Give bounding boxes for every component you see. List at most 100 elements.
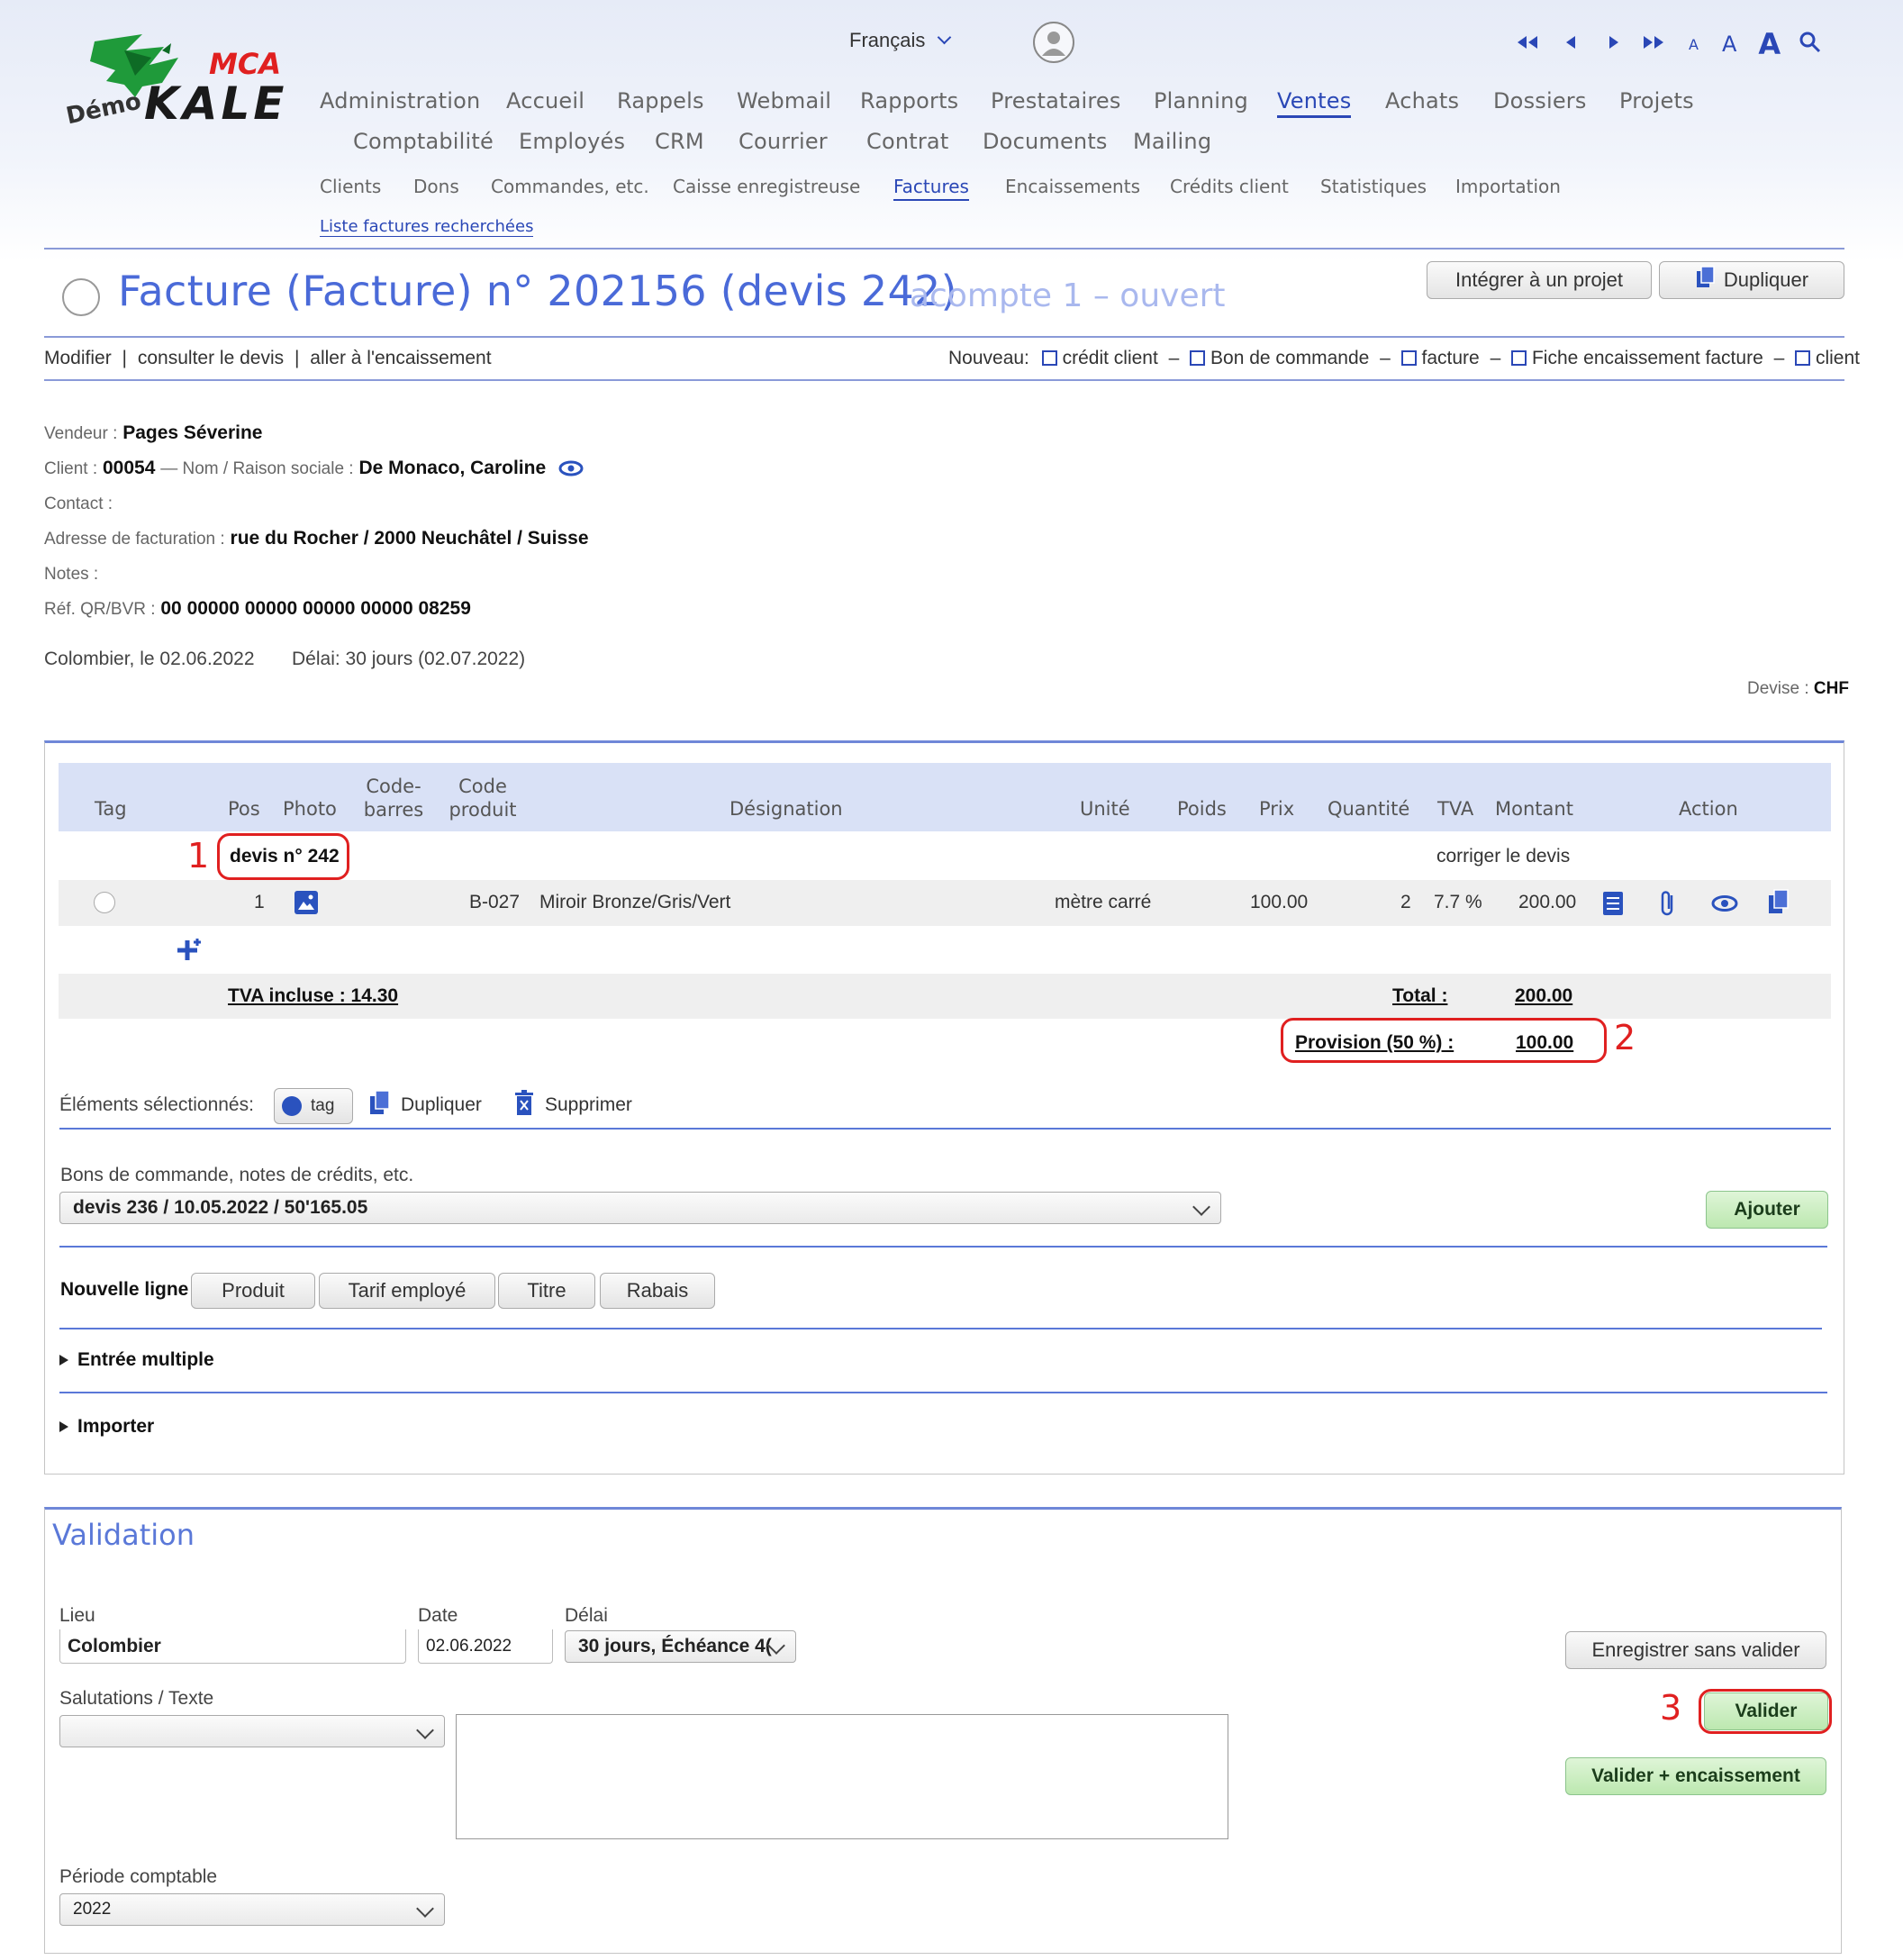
link-liste-factures[interactable]: Liste factures recherchées xyxy=(320,217,534,237)
add-order-label: Ajouter xyxy=(1734,1199,1800,1220)
annotation-box-3 xyxy=(1699,1689,1832,1734)
last-page-icon[interactable] xyxy=(1642,34,1665,54)
duplicate-selected-link[interactable]: Dupliquer xyxy=(401,1094,482,1116)
delay-select-value: 30 jours, Échéance 4( xyxy=(578,1636,772,1656)
duplicate-icon[interactable] xyxy=(1767,889,1790,920)
duplicate-icon[interactable] xyxy=(368,1090,392,1121)
nav-achats[interactable]: Achats xyxy=(1385,88,1459,113)
list-icon[interactable] xyxy=(1602,891,1624,920)
attachment-icon[interactable] xyxy=(1659,890,1677,921)
nav-ventes[interactable]: Ventes xyxy=(1277,88,1352,118)
font-small-button[interactable]: A xyxy=(1689,36,1699,53)
nav-mailing[interactable]: Mailing xyxy=(1133,129,1211,154)
period-select[interactable]: 2022 xyxy=(59,1893,445,1926)
row-tag-radio[interactable] xyxy=(94,892,115,913)
new-client-link[interactable]: client xyxy=(1816,348,1860,368)
annotation-number-3: 3 xyxy=(1660,1688,1682,1728)
col-amount: Montant xyxy=(1495,798,1573,820)
status-circle-icon[interactable] xyxy=(62,278,100,316)
selected-label: Éléments sélectionnés: xyxy=(59,1094,254,1115)
tag-button[interactable]: tag xyxy=(274,1088,353,1124)
tag-dot-icon xyxy=(282,1096,302,1116)
date-value: 02.06.2022 xyxy=(426,1636,512,1656)
import-toggle[interactable]: Importer xyxy=(59,1416,154,1438)
new-payment-sheet-link[interactable]: Fiche encaissement facture xyxy=(1532,348,1763,368)
eye-icon[interactable] xyxy=(558,458,584,478)
nav-prestataires[interactable]: Prestataires xyxy=(991,88,1121,113)
separator: – xyxy=(1380,348,1391,368)
modify-link[interactable]: Modifier xyxy=(44,348,112,368)
subnav-factures[interactable]: Factures xyxy=(893,176,969,201)
nav-rapports[interactable]: Rapports xyxy=(860,88,958,113)
logo-mca: MCA xyxy=(209,47,282,81)
discount-button[interactable]: Rabais xyxy=(600,1273,715,1309)
integrate-project-button[interactable]: Intégrer à un projet xyxy=(1427,261,1652,299)
nav-comptabilite[interactable]: Comptabilité xyxy=(353,129,494,154)
new-credit-link[interactable]: crédit client xyxy=(1063,348,1158,368)
nav-crm[interactable]: CRM xyxy=(655,129,704,154)
nav-webmail[interactable]: Webmail xyxy=(737,88,831,113)
nav-administration[interactable]: Administration xyxy=(320,88,480,113)
save-without-validate-button[interactable]: Enregistrer sans valider xyxy=(1565,1631,1826,1669)
salutations-label: Salutations / Texte xyxy=(59,1688,214,1709)
goto-payment-link[interactable]: aller à l'encaissement xyxy=(310,348,491,368)
subnav-encaissements[interactable]: Encaissements xyxy=(1005,176,1140,197)
billing-address: rue du Rocher / 2000 Neuchâtel / Suisse xyxy=(230,528,589,549)
subnav-clients[interactable]: Clients xyxy=(320,176,381,197)
trash-icon[interactable] xyxy=(513,1090,535,1121)
next-icon[interactable] xyxy=(1608,34,1620,54)
delay-select[interactable]: 30 jours, Échéance 4( xyxy=(565,1630,796,1663)
image-icon[interactable] xyxy=(294,890,319,919)
first-page-icon[interactable] xyxy=(1516,34,1539,54)
font-medium-button[interactable]: A xyxy=(1722,32,1736,57)
eye-icon[interactable] xyxy=(1710,894,1739,916)
orders-select[interactable]: devis 236 / 10.05.2022 / 50'165.05 xyxy=(59,1192,1221,1224)
previous-icon[interactable] xyxy=(1564,34,1577,54)
text-area[interactable] xyxy=(456,1714,1228,1839)
separator: – xyxy=(1490,348,1501,368)
product-button[interactable]: Produit xyxy=(191,1273,315,1309)
consult-quote-link[interactable]: consulter le devis xyxy=(138,348,284,368)
nav-rappels[interactable]: Rappels xyxy=(617,88,704,113)
validate-payment-button[interactable]: Valider + encaissement xyxy=(1565,1757,1826,1795)
duplicate-icon xyxy=(1695,266,1715,295)
nav-planning[interactable]: Planning xyxy=(1154,88,1248,113)
nav-documents[interactable]: Documents xyxy=(983,129,1108,154)
subnav-caisse[interactable]: Caisse enregistreuse xyxy=(673,176,860,197)
nav-projets[interactable]: Projets xyxy=(1619,88,1694,113)
delete-selected-link[interactable]: Supprimer xyxy=(545,1094,632,1116)
new-line-label: Nouvelle ligne xyxy=(60,1279,189,1300)
nav-dossiers[interactable]: Dossiers xyxy=(1493,88,1587,113)
nav-courrier[interactable]: Courrier xyxy=(739,129,828,154)
reference-line: Réf. QR/BVR : 00 00000 00000 00000 00000… xyxy=(44,598,471,620)
salutations-select[interactable] xyxy=(59,1715,445,1747)
font-large-button[interactable]: A xyxy=(1758,27,1781,61)
employee-rate-button[interactable]: Tarif employé xyxy=(319,1273,495,1309)
multiple-entry-toggle[interactable]: Entrée multiple xyxy=(59,1349,214,1371)
divider xyxy=(59,1392,1827,1393)
add-line-icon[interactable] xyxy=(177,937,204,967)
col-vat: TVA xyxy=(1437,798,1474,820)
subnav-credits-client[interactable]: Crédits client xyxy=(1170,176,1289,197)
subnav-statistiques[interactable]: Statistiques xyxy=(1320,176,1427,197)
nav-accueil[interactable]: Accueil xyxy=(506,88,584,113)
subnav-importation[interactable]: Importation xyxy=(1455,176,1561,197)
language-selector[interactable]: Français xyxy=(849,29,952,52)
new-order-link[interactable]: Bon de commande xyxy=(1210,348,1369,368)
annotation-number-1: 1 xyxy=(187,836,210,876)
col-quantity: Quantité xyxy=(1328,798,1410,820)
place-input[interactable]: Colombier xyxy=(59,1629,406,1664)
nav-contrat[interactable]: Contrat xyxy=(866,129,948,154)
correct-quote-link[interactable]: corriger le devis xyxy=(1436,846,1570,867)
nav-employes[interactable]: Employés xyxy=(519,129,625,154)
new-invoice-link[interactable]: facture xyxy=(1422,348,1480,368)
user-avatar-icon[interactable] xyxy=(1033,22,1074,63)
validate-payment-label: Valider + encaissement xyxy=(1591,1765,1800,1786)
subnav-dons[interactable]: Dons xyxy=(413,176,459,197)
title-button[interactable]: Titre xyxy=(498,1273,595,1309)
duplicate-button[interactable]: Dupliquer xyxy=(1659,261,1844,299)
add-order-button[interactable]: Ajouter xyxy=(1706,1191,1828,1229)
search-icon[interactable] xyxy=(1799,31,1822,58)
date-input[interactable]: 02.06.2022 xyxy=(418,1629,553,1664)
subnav-commandes[interactable]: Commandes, etc. xyxy=(491,176,649,197)
